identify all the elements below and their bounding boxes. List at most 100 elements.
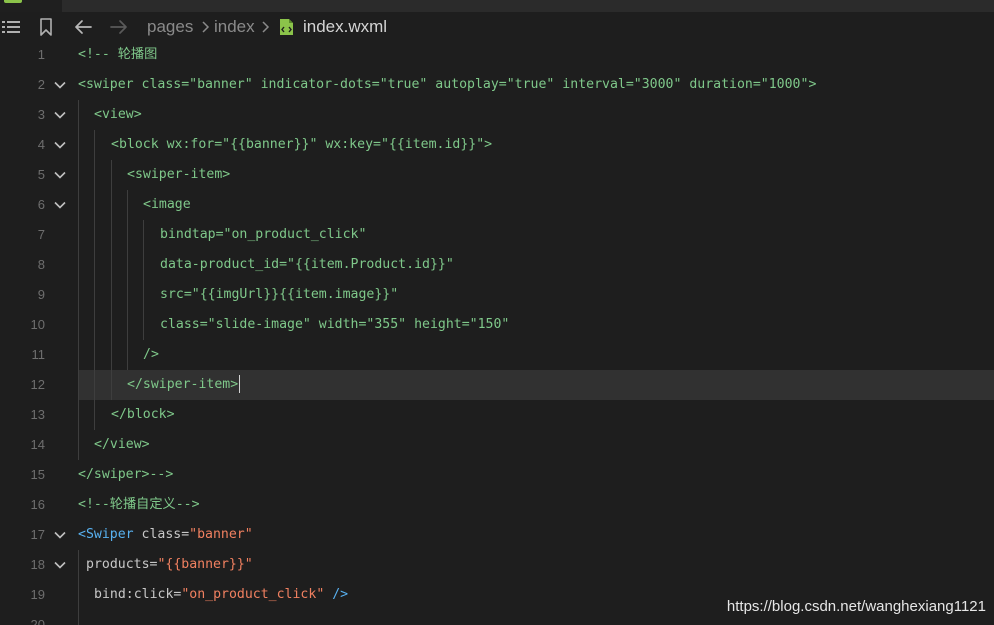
- code-token: class="slide-image" width="355" height="…: [160, 317, 510, 332]
- code-token: "{{banner}}": [157, 557, 253, 572]
- indent-guide: [94, 310, 95, 340]
- line-number: 10: [30, 317, 45, 332]
- line-number: 7: [37, 227, 45, 242]
- code-line[interactable]: 16 <!--轮播自定义-->: [0, 490, 994, 520]
- code-line[interactable]: 6 <image: [0, 190, 994, 220]
- arrow-left-icon[interactable]: [74, 17, 92, 37]
- indent-guide: [111, 370, 112, 400]
- chevron-down-icon[interactable]: [52, 160, 68, 190]
- indent-guide: [94, 370, 95, 400]
- line-number: 12: [30, 377, 45, 392]
- code-line[interactable]: 18 products="{{banner}}": [0, 550, 994, 580]
- active-tab-indicator: [4, 0, 22, 3]
- code-text: </view>: [94, 430, 150, 460]
- code-token: <view>: [94, 107, 142, 122]
- line-number: 11: [31, 347, 46, 362]
- code-token: </swiper-item>: [127, 377, 239, 392]
- chevron-down-icon[interactable]: [52, 130, 68, 160]
- indent-guide: [78, 310, 79, 340]
- code-line[interactable]: 14 </view>: [0, 430, 994, 460]
- code-token: "banner": [189, 527, 253, 542]
- code-token: <!-- 轮播图: [78, 47, 158, 62]
- chevron-down-icon[interactable]: [52, 70, 68, 100]
- indent-guide: [78, 130, 79, 160]
- arrow-right-icon[interactable]: [110, 17, 128, 37]
- chevron-down-icon[interactable]: [52, 190, 68, 220]
- indent-guide: [78, 400, 79, 430]
- code-token: <Swiper: [78, 527, 134, 542]
- code-text: <swiper class="banner" indicator-dots="t…: [78, 70, 816, 100]
- line-number: 3: [37, 107, 45, 122]
- code-line[interactable]: 10 class="slide-image" width="355" height…: [0, 310, 994, 340]
- active-tab[interactable]: [0, 0, 62, 12]
- breadcrumb-current-file[interactable]: index.wxml: [303, 17, 387, 37]
- code-text: />: [143, 340, 159, 370]
- indent-guide: [78, 550, 79, 580]
- code-token: data-product_id="{{item.Product.id}}": [160, 257, 454, 272]
- code-line[interactable]: 11 />: [0, 340, 994, 370]
- code-text: class="slide-image" width="355" height="…: [160, 310, 509, 340]
- code-token: src="{{imgUrl}}{{item.image}}": [160, 287, 399, 302]
- indent-guide: [94, 280, 95, 310]
- tab-bar: [0, 0, 994, 12]
- indent-guide: [94, 340, 95, 370]
- breadcrumb-toolbar: pages index index.wxml: [0, 12, 994, 42]
- code-token: products=: [86, 557, 158, 572]
- code-token: bind:click=: [94, 587, 182, 602]
- line-number: 16: [30, 497, 45, 512]
- chevron-down-icon[interactable]: [52, 520, 68, 550]
- code-text: products="{{banner}}": [86, 550, 253, 580]
- indent-guide: [78, 190, 79, 220]
- indent-guide: [127, 310, 128, 340]
- code-line[interactable]: 15 </swiper>-->: [0, 460, 994, 490]
- indent-guide: [94, 220, 95, 250]
- code-editor[interactable]: 1 <!-- 轮播图 2 <swiper class="banner" indicat…: [0, 40, 994, 625]
- code-text: </swiper>-->: [78, 460, 173, 490]
- line-number: 4: [37, 137, 45, 152]
- line-number: 14: [30, 437, 45, 452]
- list-icon[interactable]: [2, 17, 20, 37]
- code-line[interactable]: 1 <!-- 轮播图: [0, 40, 994, 70]
- indent-guide: [127, 280, 128, 310]
- code-text: bindtap="on_product_click": [160, 220, 366, 250]
- indent-guide: [143, 280, 144, 310]
- code-line[interactable]: 12 </swiper-item>: [0, 370, 994, 400]
- indent-guide: [143, 250, 144, 280]
- code-token: bindtap="on_product_click": [160, 227, 367, 242]
- indent-guide: [111, 250, 112, 280]
- bookmark-icon[interactable]: [38, 17, 54, 37]
- line-number: 1: [37, 47, 45, 62]
- code-token: />: [143, 347, 159, 362]
- chevron-right-icon: [259, 17, 271, 37]
- code-token: <!--轮播自定义-->: [78, 497, 200, 512]
- code-line[interactable]: 5 <swiper-item>: [0, 160, 994, 190]
- code-text: </block>: [111, 400, 175, 430]
- code-line[interactable]: 8 data-product_id="{{item.Product.id}}": [0, 250, 994, 280]
- breadcrumb-item-index[interactable]: index: [214, 17, 255, 37]
- code-line[interactable]: 9 src="{{imgUrl}}{{item.image}}": [0, 280, 994, 310]
- chevron-right-icon: [199, 17, 211, 37]
- indent-guide: [78, 100, 79, 130]
- indent-guide: [111, 220, 112, 250]
- code-line[interactable]: 7 bindtap="on_product_click": [0, 220, 994, 250]
- line-number: 13: [30, 407, 45, 422]
- breadcrumb-item-pages[interactable]: pages: [147, 17, 193, 37]
- indent-guide: [94, 160, 95, 190]
- code-token: <image: [143, 197, 191, 212]
- code-text: bind:click="on_product_click" />: [94, 580, 348, 610]
- code-line[interactable]: 13 </block>: [0, 400, 994, 430]
- chevron-down-icon[interactable]: [52, 100, 68, 130]
- watermark: https://blog.csdn.net/wanghexiang1121: [726, 598, 986, 615]
- chevron-down-icon[interactable]: [52, 550, 68, 580]
- indent-guide: [78, 250, 79, 280]
- indent-guide: [111, 190, 112, 220]
- code-text: <!--轮播自定义-->: [78, 490, 200, 520]
- indent-guide: [127, 340, 128, 370]
- code-token: </block>: [111, 407, 175, 422]
- code-line[interactable]: 17 <Swiper class="banner": [0, 520, 994, 550]
- code-line[interactable]: 3 <view>: [0, 100, 994, 130]
- code-token: class=: [133, 527, 190, 542]
- line-number: 6: [37, 197, 45, 212]
- code-line[interactable]: 4 <block wx:for="{{banner}}" wx:key="{{it…: [0, 130, 994, 160]
- code-line[interactable]: 2 <swiper class="banner" indicator-dots="…: [0, 70, 994, 100]
